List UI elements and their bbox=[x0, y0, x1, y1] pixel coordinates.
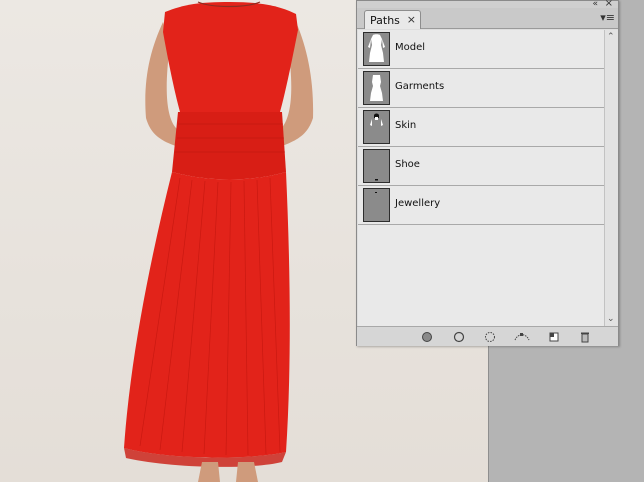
path-label: Shoe bbox=[395, 159, 420, 170]
paths-list-scrollbar[interactable]: ⌃ ⌄ bbox=[604, 30, 618, 326]
create-new-path-icon[interactable] bbox=[548, 331, 560, 343]
stroke-path-icon[interactable] bbox=[453, 331, 465, 343]
delete-path-icon[interactable] bbox=[579, 331, 591, 343]
paths-panel-footer bbox=[357, 326, 618, 346]
path-label: Garments bbox=[395, 81, 445, 92]
path-row-model[interactable]: Model bbox=[358, 30, 604, 69]
tab-close-icon[interactable]: × bbox=[407, 13, 416, 26]
path-row-jewellery[interactable]: Jewellery bbox=[358, 186, 604, 225]
path-thumbnail-model bbox=[363, 32, 390, 66]
path-thumbnail-skin bbox=[363, 110, 390, 144]
scroll-down-icon[interactable]: ⌄ bbox=[607, 314, 615, 324]
panel-titlebar[interactable] bbox=[357, 1, 618, 8]
panel-menu-icon[interactable]: ▾≡ bbox=[600, 11, 615, 24]
path-thumbnail-jewellery bbox=[363, 188, 390, 222]
path-row-shoe[interactable]: Shoe bbox=[358, 147, 604, 186]
path-thumbnail-garments bbox=[363, 71, 390, 105]
load-path-as-selection-icon[interactable] bbox=[484, 331, 496, 343]
panel-tabbar: Paths × ▾≡ bbox=[357, 8, 618, 29]
paths-list: Model Garments Skin Shoe Jewellery bbox=[358, 30, 604, 326]
path-label: Skin bbox=[395, 120, 417, 131]
fill-path-icon[interactable] bbox=[421, 331, 433, 343]
tab-paths[interactable]: Paths × bbox=[364, 10, 421, 29]
scroll-up-icon[interactable]: ⌃ bbox=[607, 32, 615, 42]
tab-paths-label: Paths bbox=[370, 14, 400, 27]
path-label: Jewellery bbox=[395, 198, 441, 209]
path-row-skin[interactable]: Skin bbox=[358, 108, 604, 147]
make-work-path-icon[interactable] bbox=[513, 331, 531, 343]
path-label: Model bbox=[395, 42, 426, 53]
path-row-garments[interactable]: Garments bbox=[358, 69, 604, 108]
path-thumbnail-shoe bbox=[363, 149, 390, 183]
paths-panel[interactable]: « × Paths × ▾≡ Model Garments Skin Shoe … bbox=[356, 0, 619, 346]
